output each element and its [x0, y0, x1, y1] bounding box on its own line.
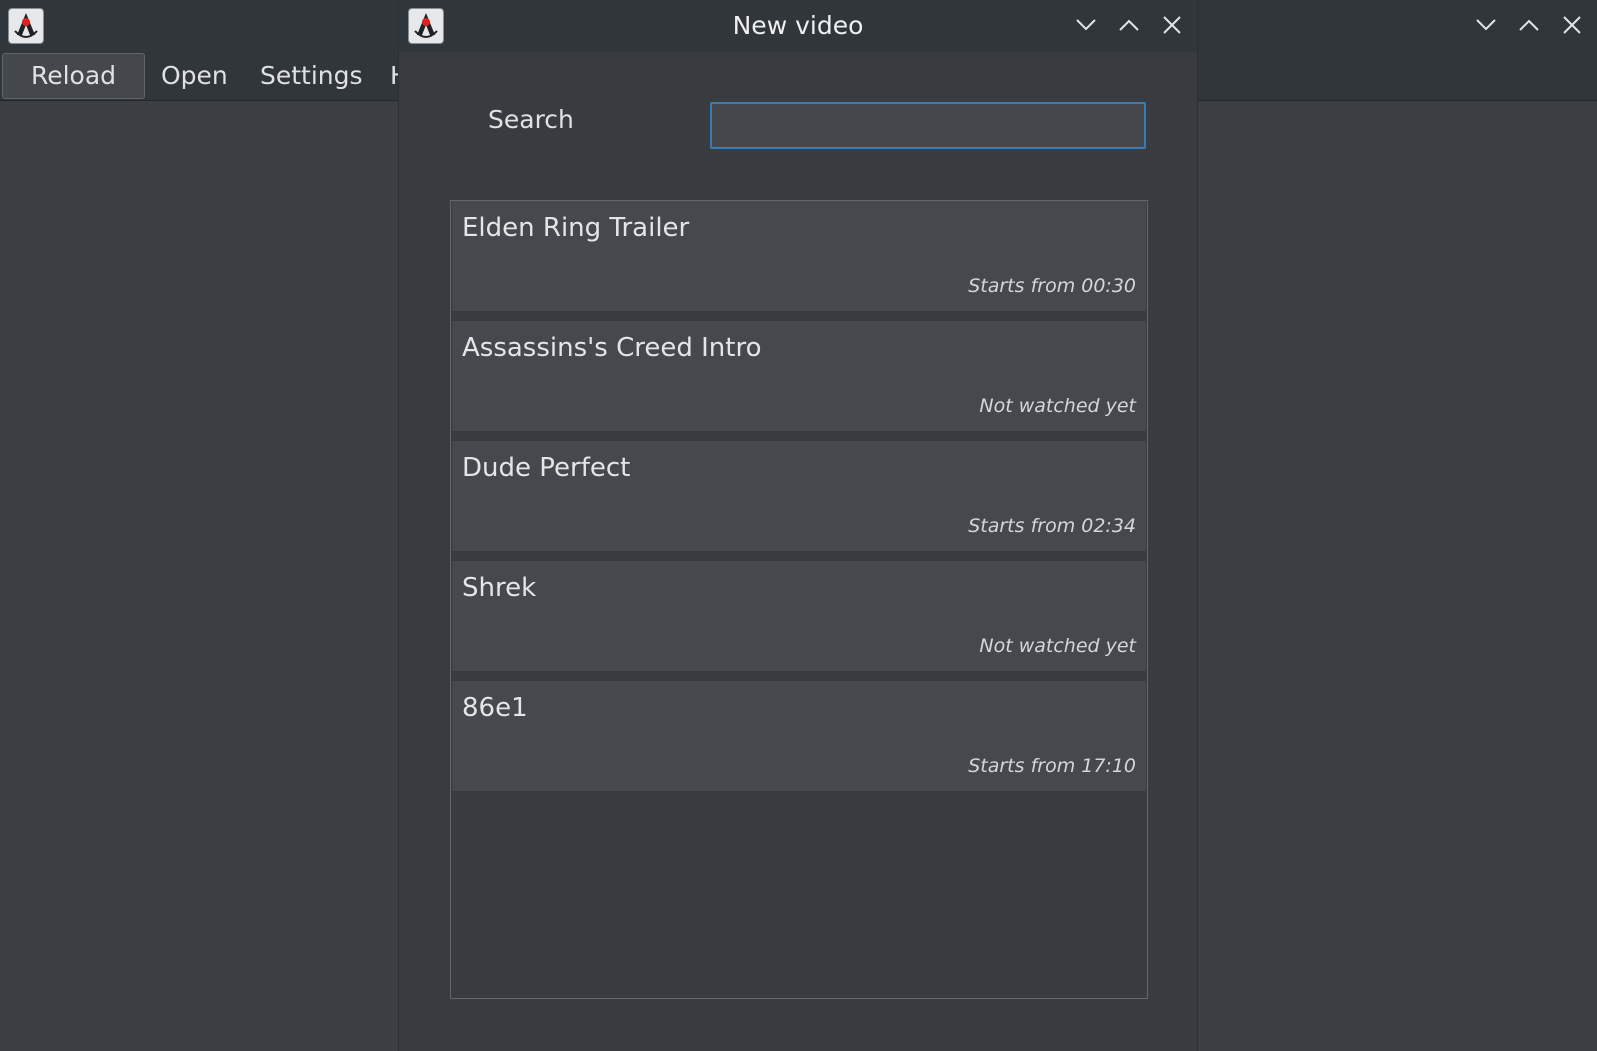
search-label: Search [488, 105, 574, 134]
video-status: Starts from 02:34 [968, 515, 1136, 537]
video-title: Dude Perfect [462, 453, 631, 483]
java-duke-icon [8, 8, 44, 44]
video-list-item[interactable]: Elden Ring Trailer Starts from 00:30 [452, 201, 1146, 311]
video-title: 86e1 [462, 693, 528, 723]
close-icon[interactable] [1157, 10, 1187, 40]
main-window-controls [1471, 10, 1587, 40]
video-list-item[interactable]: 86e1 Starts from 17:10 [452, 681, 1146, 791]
video-title: Assassins's Creed Intro [462, 333, 762, 363]
chevron-down-icon[interactable] [1471, 10, 1501, 40]
chevron-up-icon[interactable] [1114, 10, 1144, 40]
search-input[interactable] [710, 102, 1146, 149]
reload-button[interactable]: Reload [2, 53, 145, 99]
video-status: Not watched yet [979, 635, 1136, 657]
new-video-dialog: New video Search Elden Ring Trailer Star… [398, 0, 1198, 1051]
video-status: Not watched yet [979, 395, 1136, 417]
close-icon[interactable] [1557, 10, 1587, 40]
dialog-titlebar: New video [399, 0, 1197, 52]
open-menu-item[interactable]: Open [161, 52, 228, 100]
dialog-window-controls [1071, 10, 1187, 40]
video-title: Elden Ring Trailer [462, 213, 690, 243]
video-list-item[interactable]: Dude Perfect Starts from 02:34 [452, 441, 1146, 551]
chevron-down-icon[interactable] [1071, 10, 1101, 40]
video-status: Starts from 00:30 [968, 275, 1136, 297]
video-list-item[interactable]: Assassins's Creed Intro Not watched yet [452, 321, 1146, 431]
video-list-item[interactable]: Shrek Not watched yet [452, 561, 1146, 671]
video-status: Starts from 17:10 [968, 755, 1136, 777]
video-title: Shrek [462, 573, 537, 603]
settings-menu-item[interactable]: Settings [260, 52, 363, 100]
video-list[interactable]: Elden Ring Trailer Starts from 00:30 Ass… [450, 200, 1148, 999]
chevron-up-icon[interactable] [1514, 10, 1544, 40]
